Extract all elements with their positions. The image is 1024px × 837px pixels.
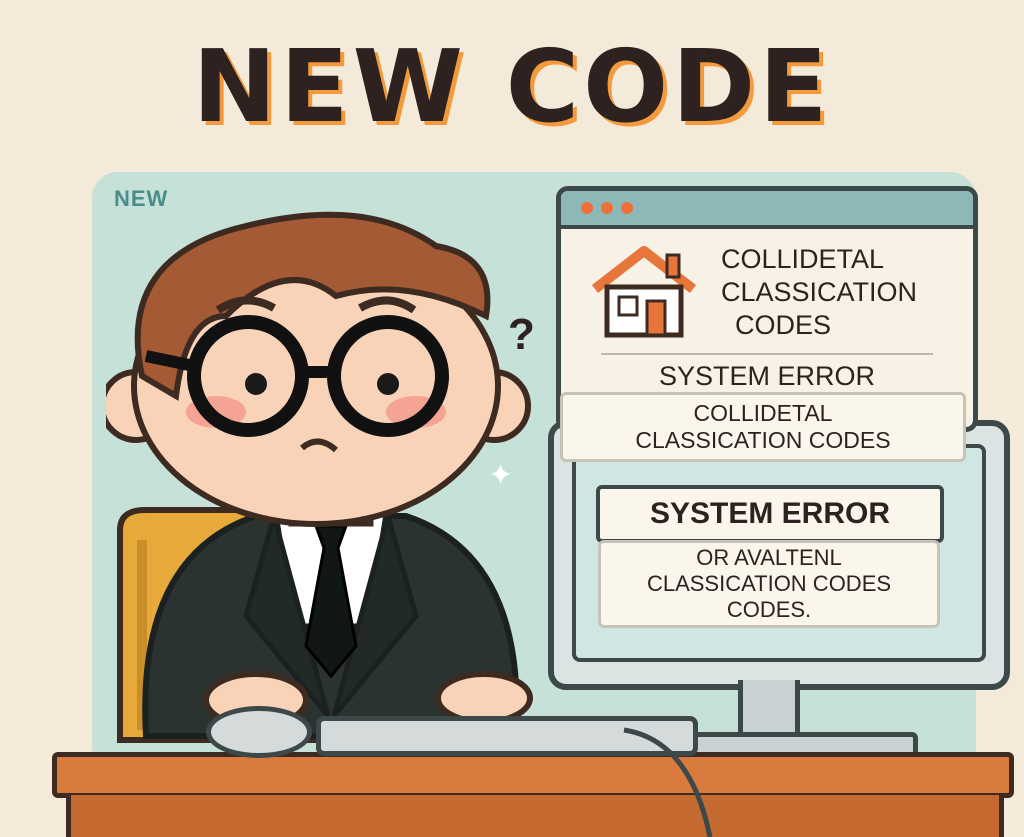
monitor-note-line: CLASSICATION CODES [646, 571, 892, 596]
window-error-message: SYSTEM ERROR [658, 361, 876, 391]
monitor-note: OR AVALTENL CLASSICATION CODES CODES. [598, 540, 940, 628]
window-control-dot-icon[interactable] [601, 202, 613, 214]
mouse-cable [623, 727, 713, 837]
window-title-line: CLASSICATION [721, 277, 918, 307]
monitor-note-line: OR AVALTENL [696, 545, 842, 570]
window-subtitle: COLLIDETAL CLASSICATION CODES [560, 392, 966, 462]
window-control-dot-icon[interactable] [581, 202, 593, 214]
question-mark-icon: ? [508, 310, 535, 359]
monitor-note-line: CODES. [726, 597, 812, 622]
window-subtitle-line: CLASSICATION CODES [635, 427, 891, 453]
illustration-scene: NEW CODE NEW ? ✦ SYSTEM ERROR OR AVALTEN… [0, 0, 1024, 837]
window-title-line: CODES [735, 310, 832, 340]
window-title-line: COLLIDETAL [721, 244, 885, 274]
window-title: COLLIDETAL CLASSICATION CODES [721, 243, 961, 342]
window-control-dot-icon[interactable] [621, 202, 633, 214]
monitor-error-message: SYSTEM ERROR [596, 485, 944, 543]
headline: NEW CODE [192, 28, 832, 145]
window-subtitle-line: COLLIDETAL [693, 400, 833, 426]
window-title-bar [561, 191, 973, 229]
desk-front [66, 795, 1004, 837]
computer-mouse [206, 706, 312, 758]
divider [601, 353, 933, 355]
desk-top [52, 752, 1014, 798]
sparkle-icon: ✦ [488, 459, 514, 492]
house-icon [591, 246, 697, 338]
